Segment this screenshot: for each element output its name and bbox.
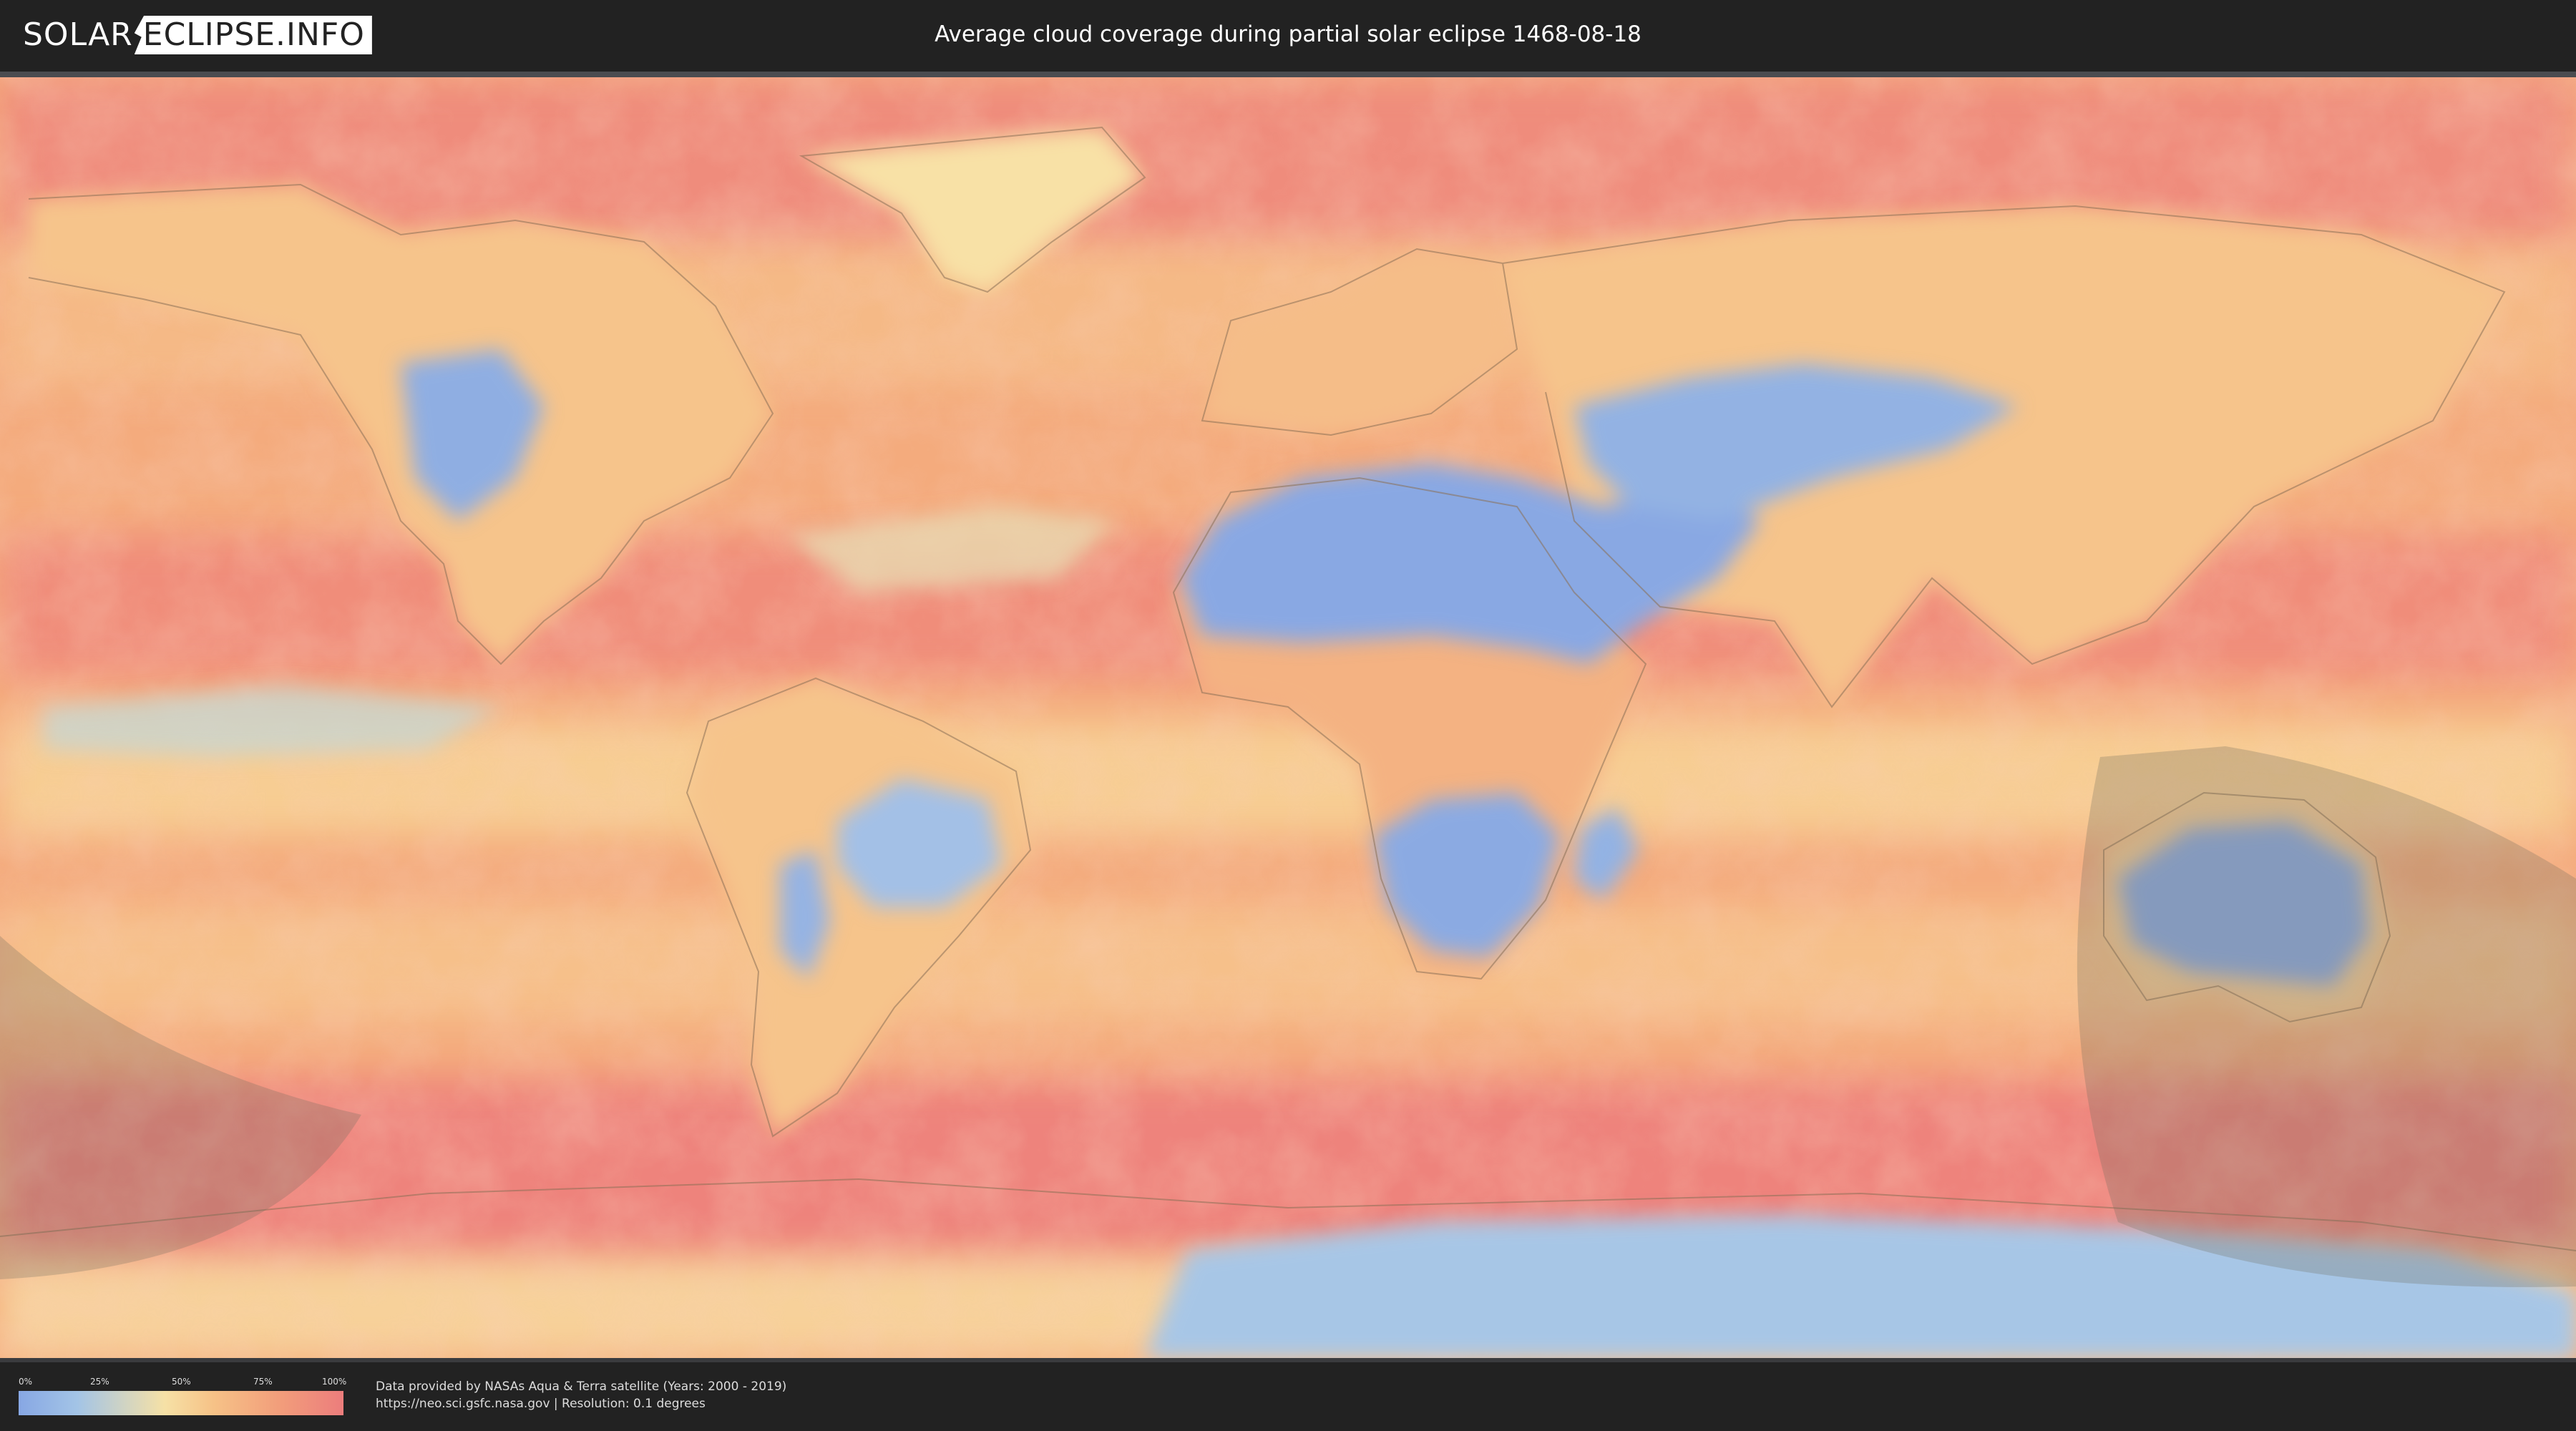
- header-divider: [0, 72, 2576, 77]
- attribution-url[interactable]: https://neo.sci.gsfc.nasa.gov | Resoluti…: [376, 1395, 786, 1412]
- legend-tick-0: 0%: [19, 1377, 33, 1387]
- legend-tick-25: 25%: [90, 1377, 109, 1387]
- legend-tick-100: 100%: [322, 1377, 347, 1387]
- data-attribution: Data provided by NASAs Aqua & Terra sate…: [376, 1378, 786, 1412]
- legend-tick-50: 50%: [172, 1377, 191, 1387]
- cloud-coverage-legend: 0% 25% 50% 75% 100%: [19, 1377, 347, 1420]
- page: SOLAR ECLIPSE.INFO Average cloud coverag…: [0, 0, 2576, 1431]
- legend-color-bar: [19, 1391, 343, 1415]
- map-canvas: [0, 77, 2576, 1358]
- cloud-coverage-map: [0, 77, 2576, 1358]
- header-bar: SOLAR ECLIPSE.INFO Average cloud coverag…: [0, 0, 2576, 72]
- legend-tick-75: 75%: [253, 1377, 273, 1387]
- footer-bar: 0% 25% 50% 75% 100% Data provided by NAS…: [0, 1358, 2576, 1431]
- page-title: Average cloud coverage during partial so…: [935, 21, 1641, 47]
- attribution-source: Data provided by NASAs Aqua & Terra sate…: [376, 1379, 787, 1394]
